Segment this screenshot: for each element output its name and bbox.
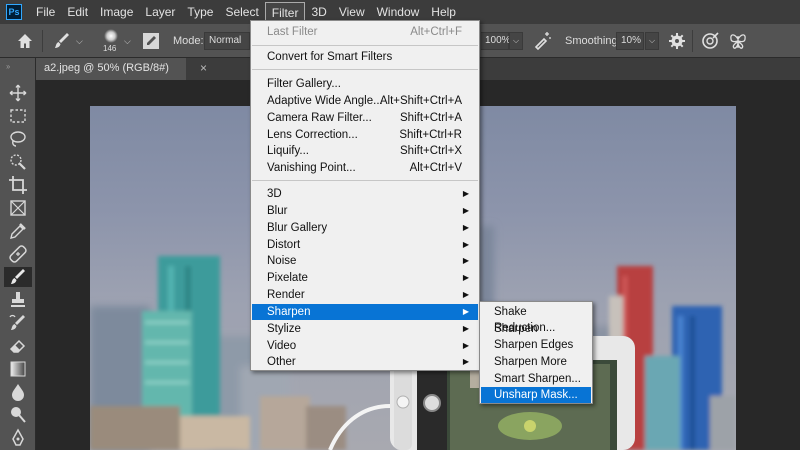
brush-size-value: 146: [103, 44, 117, 53]
brush-tool-button[interactable]: [4, 267, 32, 287]
submenu-arrow-icon: ▶: [462, 324, 469, 333]
sharpen-submenu: Shake Reduction... Sharpen Sharpen Edges…: [479, 301, 593, 404]
tools-panel: ››: [0, 58, 36, 450]
marquee-tool-icon[interactable]: [8, 106, 28, 126]
submenu-arrow-icon: ▶: [462, 357, 469, 366]
document-tab-title: a2.jpeg @ 50% (RGB/8#): [44, 62, 169, 74]
menu-select[interactable]: Select: [219, 2, 264, 22]
menu-item-filter-gallery[interactable]: Filter Gallery...: [252, 76, 478, 92]
menu-item-noise[interactable]: Noise ▶: [252, 253, 478, 269]
options-divider: [692, 30, 693, 52]
flow-field[interactable]: 100%: [481, 32, 511, 50]
menu-item-pixelate[interactable]: Pixelate ▶: [252, 270, 478, 286]
smoothing-dropdown-icon[interactable]: ⌵: [645, 32, 659, 50]
submenu-arrow-icon: ▶: [462, 206, 469, 215]
healing-brush-tool-icon[interactable]: [8, 244, 28, 264]
menu-edit[interactable]: Edit: [61, 2, 94, 22]
menu-item-camera-raw-filter[interactable]: Camera Raw Filter... Shift+Ctrl+A: [252, 110, 478, 126]
lasso-tool-icon[interactable]: [8, 129, 28, 149]
submenu-arrow-icon: ▶: [462, 273, 469, 282]
menu-item-lens-correction[interactable]: Lens Correction... Shift+Ctrl+R: [252, 127, 478, 143]
menu-layer[interactable]: Layer: [139, 2, 181, 22]
menu-image[interactable]: Image: [94, 2, 139, 22]
submenu-arrow-icon: ▶: [462, 189, 469, 198]
clone-stamp-tool-icon[interactable]: [8, 290, 28, 310]
crop-tool-icon[interactable]: [8, 175, 28, 195]
frame-tool-icon[interactable]: [8, 198, 28, 218]
panel-grip-icon[interactable]: ››: [6, 62, 10, 71]
menu-view[interactable]: View: [333, 2, 371, 22]
filter-menu: Last Filter Alt+Ctrl+F Convert for Smart …: [250, 20, 480, 371]
submenu-item-smart-sharpen[interactable]: Smart Sharpen...: [481, 371, 591, 387]
menu-item-video[interactable]: Video ▶: [252, 338, 478, 354]
close-tab-icon[interactable]: ×: [200, 61, 207, 75]
brush-tip-preview[interactable]: [104, 29, 118, 43]
submenu-item-sharpen-more[interactable]: Sharpen More: [481, 354, 591, 370]
blur-tool-icon[interactable]: [8, 382, 28, 402]
submenu-arrow-icon: ▶: [462, 256, 469, 265]
pen-tool-icon[interactable]: [8, 428, 28, 448]
brush-tool-icon: [11, 269, 25, 284]
eraser-tool-icon[interactable]: [8, 336, 28, 356]
mode-label: Mode:: [173, 35, 204, 47]
smoothing-label: Smoothing:: [565, 35, 621, 47]
brush-preset-icon[interactable]: [52, 31, 72, 51]
submenu-item-sharpen-edges[interactable]: Sharpen Edges: [481, 337, 591, 353]
brush-preset-chevron-icon[interactable]: ⌵: [76, 36, 83, 47]
gear-icon[interactable]: [668, 32, 686, 50]
menu-help[interactable]: Help: [425, 2, 462, 22]
menu-file[interactable]: File: [30, 2, 61, 22]
airbrush-icon[interactable]: [532, 31, 552, 51]
submenu-arrow-icon: ▶: [462, 240, 469, 249]
submenu-arrow-icon: ▶: [462, 307, 469, 316]
mode-select[interactable]: Normal: [204, 32, 250, 50]
menu-item-convert-smart-filters[interactable]: Convert for Smart Filters: [252, 49, 478, 65]
document-tab[interactable]: a2.jpeg @ 50% (RGB/8#): [36, 58, 186, 80]
menu-3d[interactable]: 3D: [305, 2, 332, 22]
menu-item-vanishing-point[interactable]: Vanishing Point... Alt+Ctrl+V: [252, 160, 478, 176]
menu-item-distort[interactable]: Distort ▶: [252, 237, 478, 253]
menu-window[interactable]: Window: [371, 2, 426, 22]
menu-item-liquify[interactable]: Liquify... Shift+Ctrl+X: [252, 143, 478, 159]
menu-item-adaptive-wide-angle[interactable]: Adaptive Wide Angle... Alt+Shift+Ctrl+A: [252, 93, 478, 109]
menu-item-blur[interactable]: Blur ▶: [252, 203, 478, 219]
home-icon[interactable]: [16, 32, 34, 50]
menu-type[interactable]: Type: [181, 2, 219, 22]
history-brush-tool-icon[interactable]: [8, 313, 28, 333]
move-tool-icon[interactable]: [8, 83, 28, 103]
submenu-item-shake-reduction[interactable]: Shake Reduction...: [481, 304, 591, 334]
submenu-item-unsharp-mask[interactable]: Unsharp Mask...: [481, 387, 591, 403]
pressure-opacity-icon[interactable]: [700, 31, 720, 51]
submenu-arrow-icon: ▶: [462, 223, 469, 232]
options-divider: [42, 30, 43, 52]
menu-separator: [252, 180, 478, 181]
submenu-item-sharpen[interactable]: Sharpen: [481, 321, 591, 337]
menu-item-last-filter: Last Filter Alt+Ctrl+F: [267, 26, 462, 38]
eyedropper-tool-icon[interactable]: [8, 221, 28, 241]
flow-dropdown-icon[interactable]: ⌵: [509, 32, 523, 50]
menu-item-blur-gallery[interactable]: Blur Gallery ▶: [252, 220, 478, 236]
menu-separator: [252, 45, 478, 46]
submenu-arrow-icon: ▶: [462, 341, 469, 350]
menu-separator: [252, 69, 478, 70]
dodge-tool-icon[interactable]: [8, 405, 28, 425]
menu-item-other[interactable]: Other ▶: [252, 354, 478, 370]
menu-filter[interactable]: Filter: [264, 2, 306, 22]
symmetry-butterfly-icon[interactable]: [728, 31, 748, 51]
gradient-tool-icon[interactable]: [8, 359, 28, 379]
quick-selection-tool-icon[interactable]: [8, 152, 28, 172]
menu-item-stylize[interactable]: Stylize ▶: [252, 321, 478, 337]
brush-settings-panel-icon[interactable]: [142, 32, 160, 50]
smoothing-field[interactable]: 10%: [616, 32, 644, 50]
submenu-arrow-icon: ▶: [462, 290, 469, 299]
menu-item-sharpen[interactable]: Sharpen ▶: [252, 304, 478, 320]
brush-size-chevron-icon[interactable]: ⌵: [124, 36, 131, 47]
photoshop-logo-icon[interactable]: Ps: [6, 4, 22, 20]
menu-item-3d[interactable]: 3D ▶: [252, 186, 478, 202]
menu-item-render[interactable]: Render ▶: [252, 287, 478, 303]
